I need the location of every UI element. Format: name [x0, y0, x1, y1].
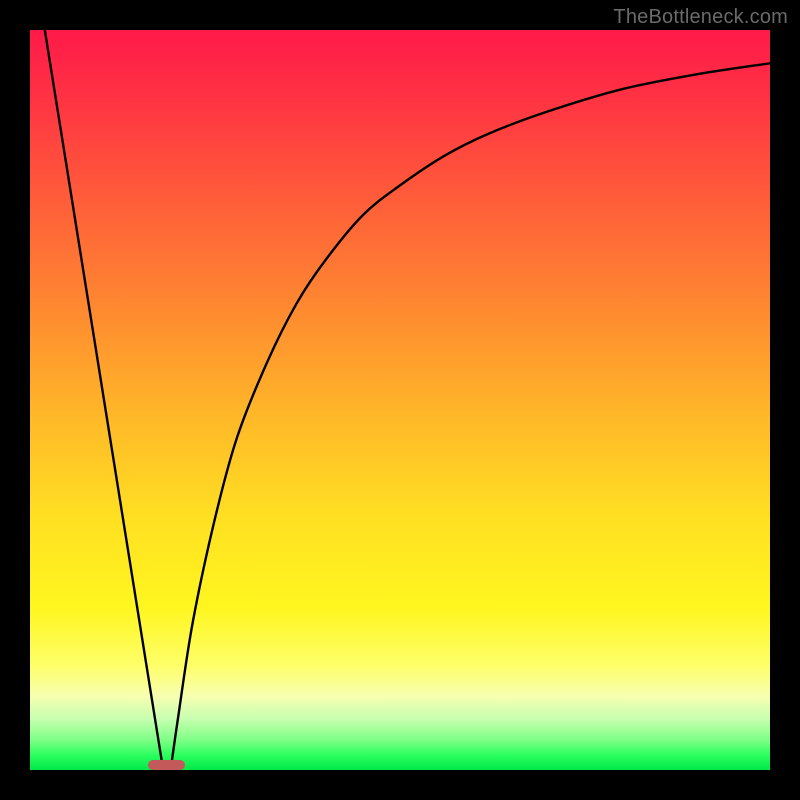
bottleneck-marker [148, 760, 185, 770]
curve-layer [30, 30, 770, 770]
watermark-text: TheBottleneck.com [613, 6, 788, 29]
right-asymptote-curve [171, 63, 770, 770]
left-descent-line [45, 30, 163, 770]
plot-area [30, 30, 770, 770]
chart-frame: TheBottleneck.com [0, 0, 800, 800]
